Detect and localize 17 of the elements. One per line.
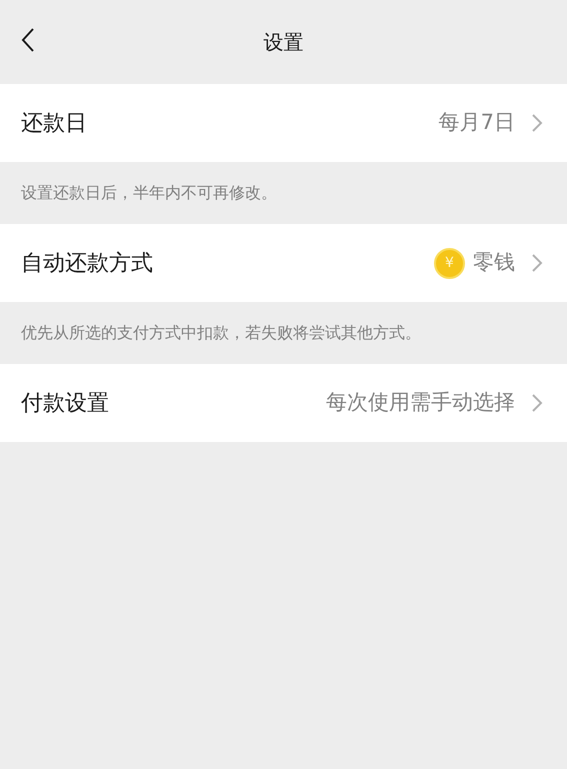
row-label: 还款日 <box>21 110 87 138</box>
row-label: 自动还款方式 <box>21 250 153 278</box>
note-text: 设置还款日后，半年内不可再修改。 <box>21 182 277 204</box>
row-label: 付款设置 <box>21 390 109 418</box>
row-value: 零钱 <box>473 249 515 276</box>
row-value: 每次使用需手动选择 <box>326 389 515 416</box>
settings-row[interactable]: 付款设置 每次使用需手动选择 <box>0 364 567 442</box>
settings-row[interactable]: 还款日 每月7日 <box>0 84 567 162</box>
chevron-right-icon <box>531 253 543 273</box>
chevron-right-icon <box>531 113 543 133</box>
settings-row[interactable]: 自动还款方式 ¥ 零钱 <box>0 224 567 302</box>
page-title: 设置 <box>264 29 304 56</box>
row-value: 每月7日 <box>438 109 515 136</box>
note-text: 优先从所选的支付方式中扣款，若失败将尝试其他方式。 <box>21 322 421 344</box>
chevron-right-icon <box>531 393 543 413</box>
coin-icon: ¥ <box>434 248 465 278</box>
back-icon <box>21 27 35 53</box>
